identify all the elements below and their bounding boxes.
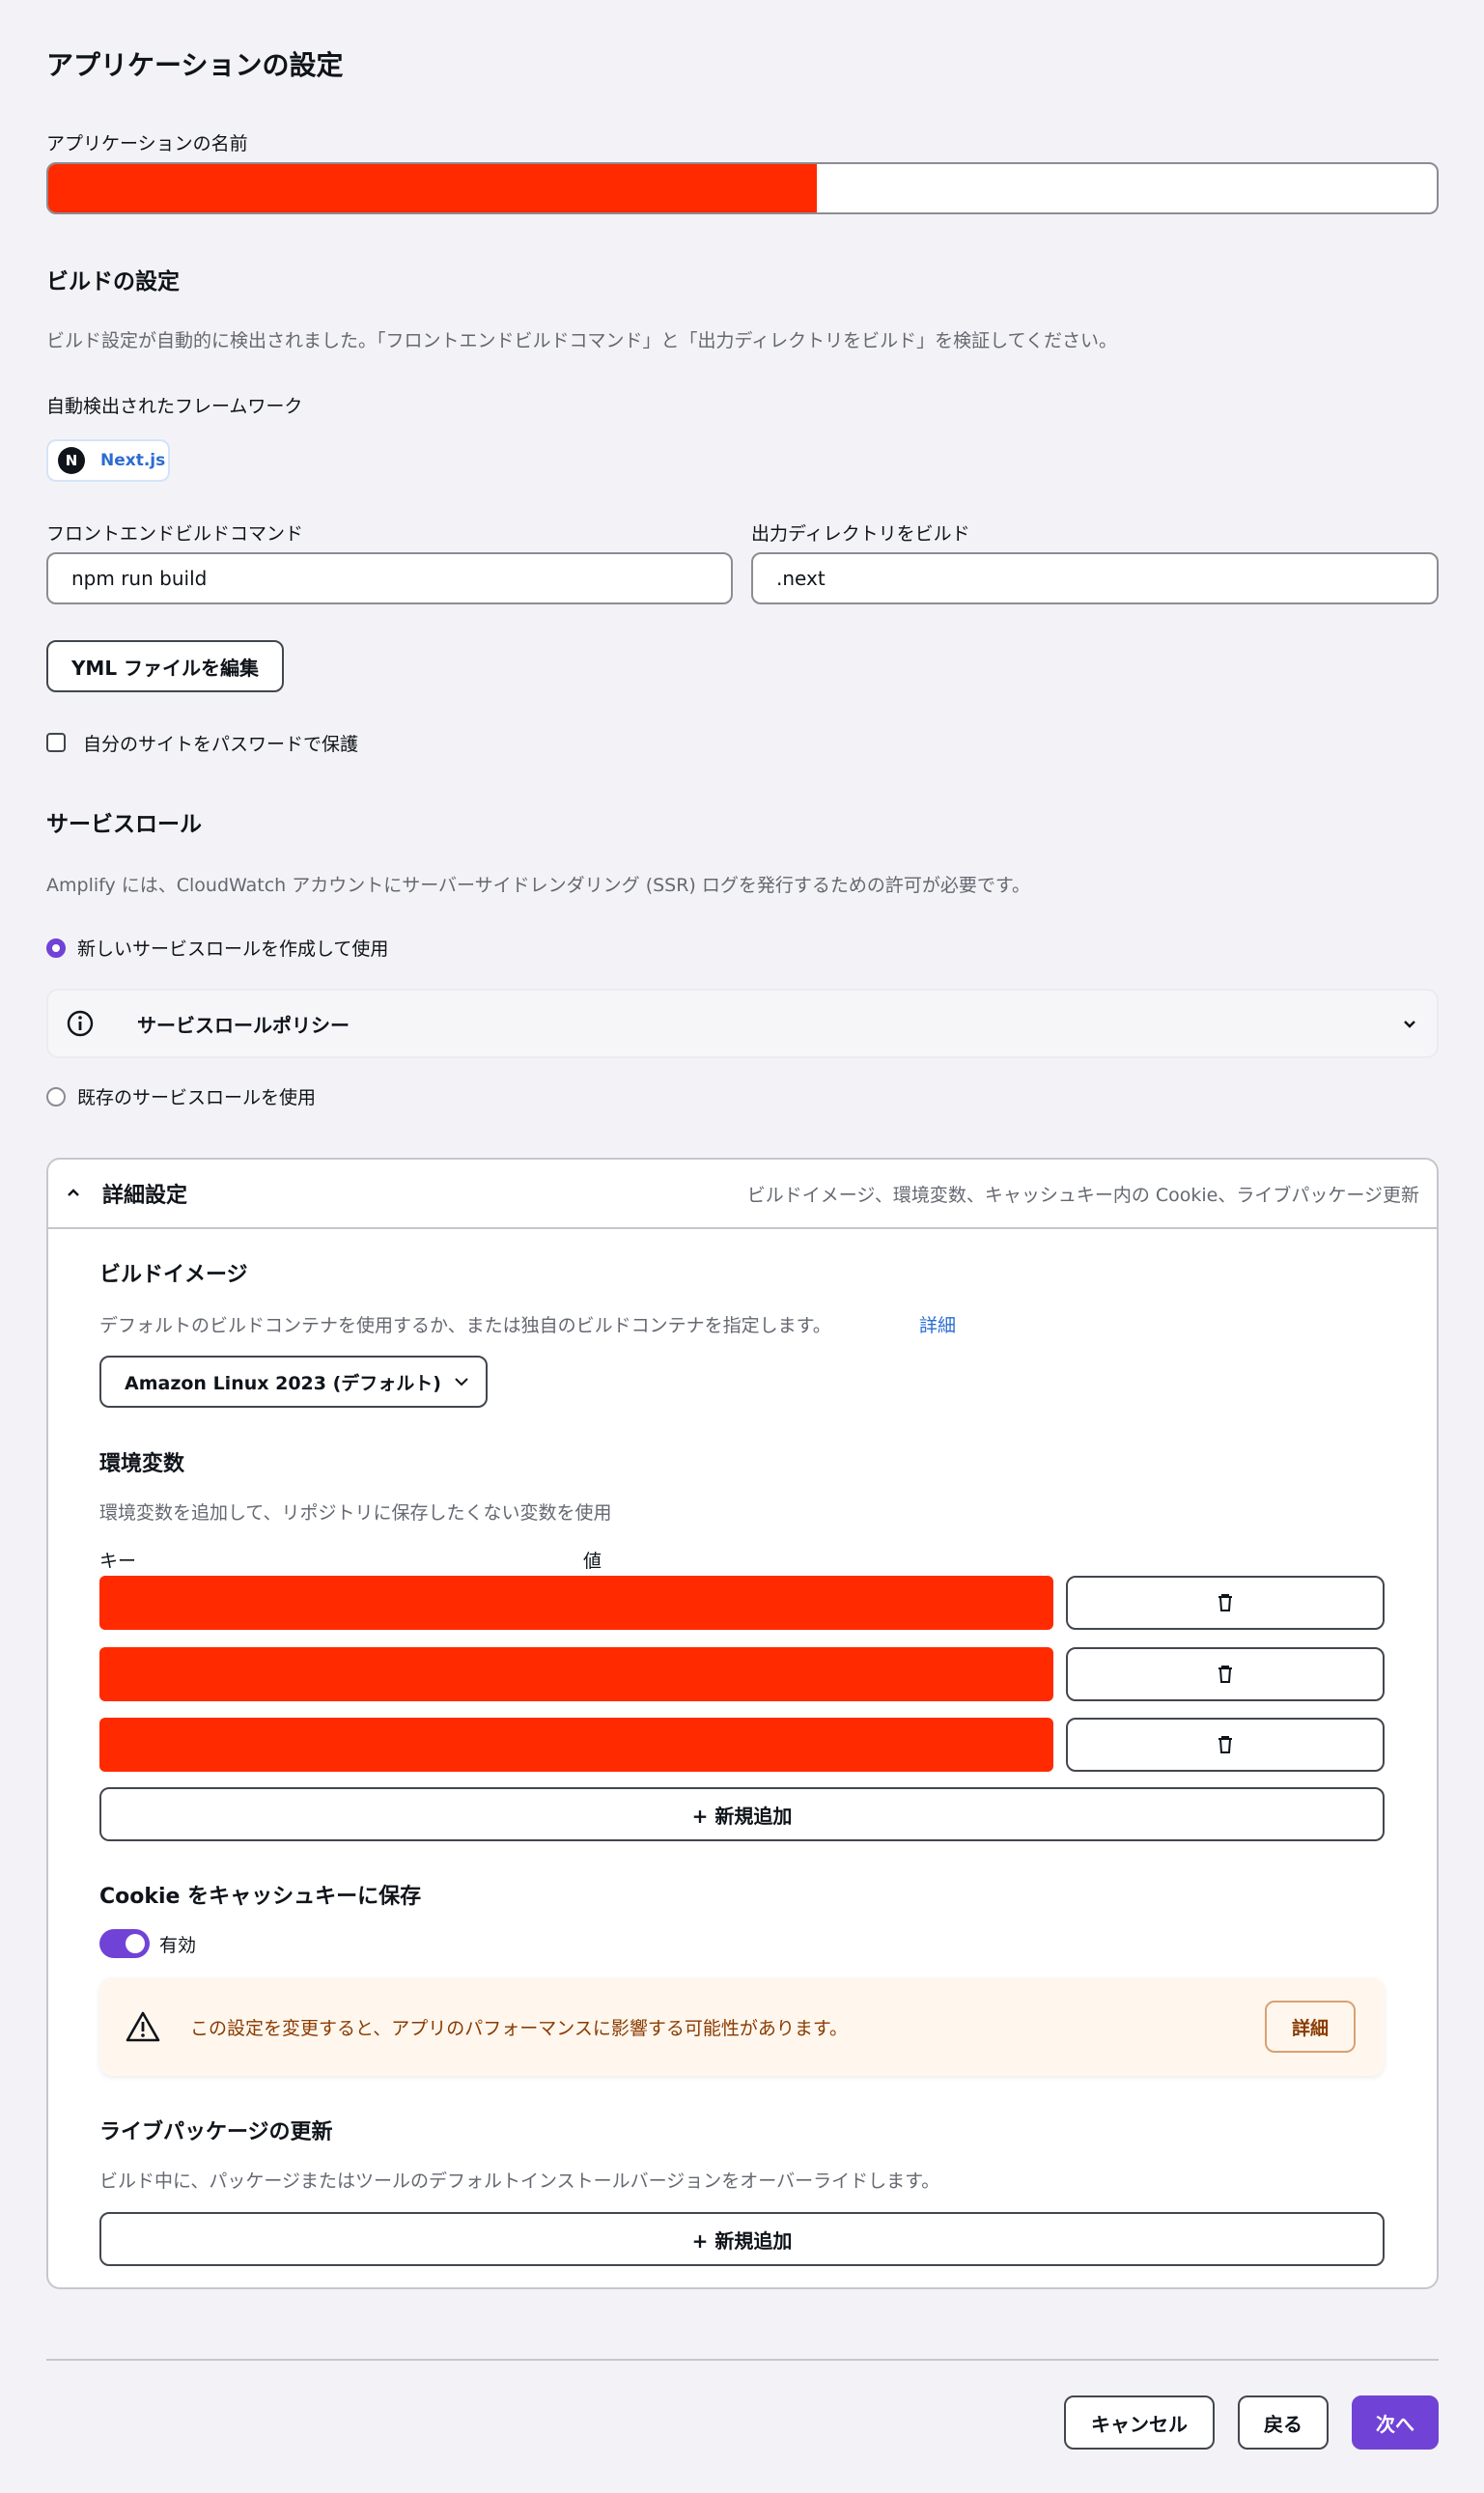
next-button[interactable]: 次へ: [1352, 2395, 1439, 2450]
live-packages-description: ビルド中に、パッケージまたはツールのデフォルトインストールバージョンをオーバーラ…: [99, 2171, 940, 2192]
framework-name: Next.js: [100, 451, 166, 470]
new-service-role-radio[interactable]: [46, 938, 66, 958]
warning-icon: [125, 2010, 161, 2043]
advanced-settings-summary: ビルドイメージ、環境変数、キャッシュキー内の Cookie、ライブパッケージ更新: [746, 1184, 1419, 1206]
edit-yml-button[interactable]: YML ファイルを編集: [46, 640, 284, 692]
build-image-select[interactable]: Amazon Linux 2023 (デフォルト): [99, 1356, 488, 1408]
env-value-header: 値: [583, 1551, 602, 1572]
app-name-input[interactable]: [46, 162, 1439, 214]
cookie-warning-details-button[interactable]: 詳細: [1265, 2001, 1356, 2053]
cookie-cache-title: Cookie をキャッシュキーに保存: [99, 1885, 422, 1909]
existing-service-role-radio[interactable]: [46, 1087, 66, 1106]
remove-env-var-button[interactable]: [1066, 1718, 1385, 1772]
build-command-value: npm run build: [71, 567, 208, 590]
build-image-selected: Amazon Linux 2023 (デフォルト): [125, 1372, 441, 1394]
output-directory-value: .next: [776, 567, 826, 590]
trash-icon: [1215, 1664, 1236, 1685]
footer-divider: [46, 2359, 1439, 2361]
framework-badge: N Next.js: [46, 439, 170, 482]
password-protect-checkbox[interactable]: [46, 733, 66, 752]
add-env-var-button[interactable]: + 新規追加: [99, 1787, 1385, 1841]
remove-env-var-button[interactable]: [1066, 1576, 1385, 1630]
toggle-knob: [126, 1934, 145, 1953]
redacted-app-name: [48, 164, 817, 212]
build-image-description: デフォルトのビルドコンテナを使用するか、または独自のビルドコンテナを指定します。: [99, 1315, 831, 1336]
info-icon: [66, 1009, 95, 1038]
service-role-description: Amplify には、CloudWatch アカウントにサーバーサイドレンダリン…: [46, 875, 1030, 896]
page-title: アプリケーションの設定: [46, 49, 344, 81]
remove-env-var-button[interactable]: [1066, 1647, 1385, 1701]
build-settings-description: ビルド設定が自動的に検出されました。「フロントエンドビルドコマンド」と「出力ディ…: [46, 330, 1118, 351]
env-vars-title: 環境変数: [99, 1452, 185, 1476]
existing-service-role-label: 既存のサービスロールを使用: [77, 1087, 317, 1108]
password-protect-label: 自分のサイトをパスワードで保護: [83, 734, 359, 755]
chevron-down-icon: [1402, 1016, 1417, 1031]
build-image-title: ビルドイメージ: [99, 1263, 248, 1287]
add-live-package-button[interactable]: + 新規追加: [99, 2212, 1385, 2266]
cookie-toggle-label: 有効: [159, 1935, 197, 1956]
trash-icon: [1215, 1592, 1236, 1613]
advanced-settings-divider: [48, 1227, 1437, 1229]
env-key-header: キー: [99, 1551, 137, 1572]
nextjs-logo-icon: N: [58, 447, 85, 474]
env-vars-description: 環境変数を追加して、リポジトリに保存したくない変数を使用: [99, 1502, 612, 1524]
back-button[interactable]: 戻る: [1238, 2395, 1329, 2450]
output-directory-label: 出力ディレクトリをビルド: [751, 523, 970, 545]
trash-icon: [1215, 1734, 1236, 1755]
cookie-cache-toggle[interactable]: [99, 1929, 150, 1958]
env-var-row-redacted[interactable]: [99, 1576, 1053, 1630]
advanced-settings-header[interactable]: 詳細設定 ビルドイメージ、環境変数、キャッシュキー内の Cookie、ライブパッ…: [48, 1160, 1437, 1227]
build-settings-title: ビルドの設定: [46, 269, 180, 294]
cancel-button[interactable]: キャンセル: [1064, 2395, 1215, 2450]
build-command-label: フロントエンドビルドコマンド: [46, 523, 304, 545]
env-var-row-redacted[interactable]: [99, 1718, 1053, 1772]
cookie-warning-alert: この設定を変更すると、アプリのパフォーマンスに影響する可能性があります。 詳細: [99, 1977, 1385, 2076]
service-role-policy-expander[interactable]: サービスロールポリシー: [46, 989, 1439, 1058]
build-command-input[interactable]: npm run build: [46, 552, 733, 604]
output-directory-input[interactable]: .next: [751, 552, 1439, 604]
cookie-warning-text: この設定を変更すると、アプリのパフォーマンスに影響する可能性があります。: [190, 2017, 848, 2039]
service-role-policy-title: サービスロールポリシー: [137, 1013, 350, 1037]
env-var-row-redacted[interactable]: [99, 1647, 1053, 1701]
service-role-title: サービスロール: [46, 812, 202, 837]
advanced-settings-title: 詳細設定: [102, 1184, 188, 1208]
live-packages-title: ライブパッケージの更新: [99, 2120, 333, 2144]
new-service-role-label: 新しいサービスロールを作成して使用: [77, 938, 389, 960]
build-image-details-link[interactable]: 詳細: [919, 1311, 956, 1337]
framework-label: 自動検出されたフレームワーク: [46, 396, 303, 417]
chevron-down-icon: [453, 1373, 470, 1390]
app-name-label: アプリケーションの名前: [46, 133, 248, 154]
chevron-up-icon: [66, 1186, 81, 1201]
